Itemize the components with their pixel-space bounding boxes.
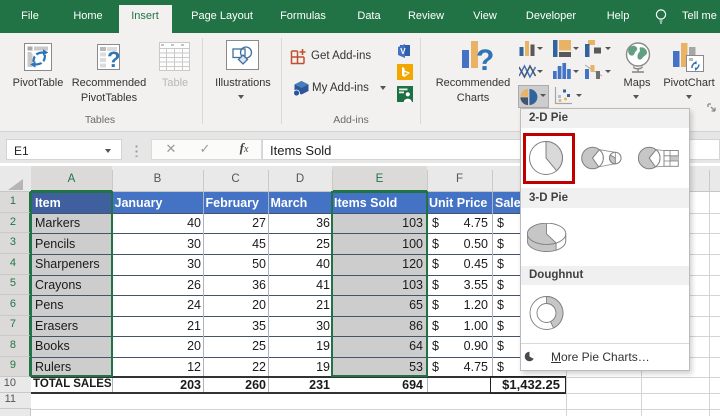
svg-text:V: V <box>400 47 406 56</box>
svg-text:?: ? <box>476 44 493 73</box>
svg-text:?: ? <box>107 47 120 70</box>
